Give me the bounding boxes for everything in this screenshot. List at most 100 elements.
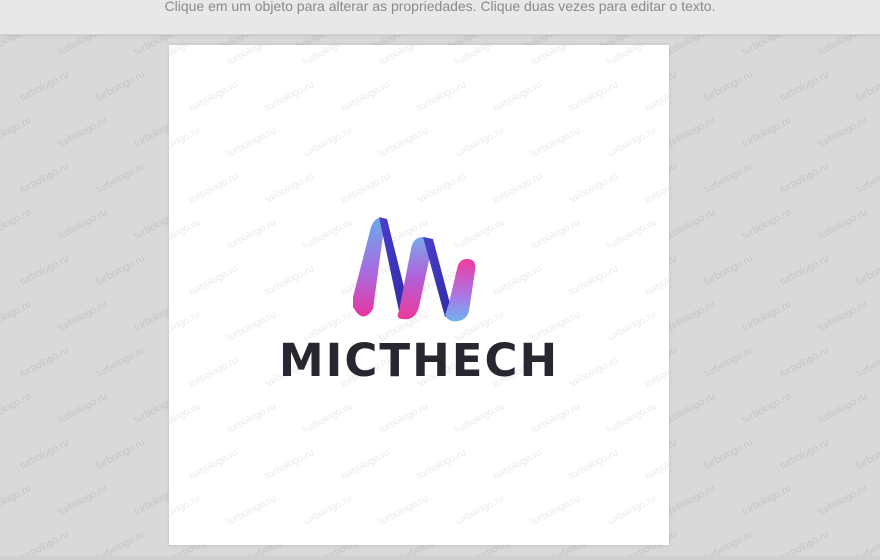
watermark-text: turbologo.ru xyxy=(664,207,717,242)
watermark-text: turbologo.ru xyxy=(605,217,658,252)
watermark-text: turbologo.ru xyxy=(339,171,392,206)
watermark-text: turbologo.ru xyxy=(740,35,793,58)
watermark-text: turbologo.ru xyxy=(187,447,240,482)
watermark-text: turbologo.ru xyxy=(263,79,316,114)
watermark-text: turbologo.ru xyxy=(854,253,880,288)
wave-m-logo-icon[interactable] xyxy=(349,207,479,322)
watermark-text: turbologo.ru xyxy=(702,437,755,472)
watermark-text: turbologo.ru xyxy=(225,125,278,160)
watermark-text: turbologo.ru xyxy=(56,299,109,334)
watermark-text: turbologo.ru xyxy=(301,45,354,68)
watermark-text: turbologo.ru xyxy=(0,207,33,242)
watermark-text: turbologo.ru xyxy=(854,345,880,380)
watermark-text: turbologo.ru xyxy=(529,401,582,436)
watermark-text: turbologo.ru xyxy=(778,69,831,104)
watermark-text: turbologo.ru xyxy=(0,115,33,150)
watermark-text: turbologo.ru xyxy=(301,125,354,160)
watermark-text: turbologo.ru xyxy=(377,493,430,528)
watermark-text: turbologo.ru xyxy=(567,79,620,114)
watermark-text: turbologo.ru xyxy=(605,125,658,160)
watermark-text: turbologo.ru xyxy=(567,171,620,206)
watermark-text: turbologo.ru xyxy=(339,447,392,482)
watermark-text: turbologo.ru xyxy=(415,79,468,114)
watermark-text: turbologo.ru xyxy=(225,401,278,436)
watermark-text: turbologo.ru xyxy=(94,345,147,380)
watermark-text: turbologo.ru xyxy=(778,345,831,380)
watermark-text: turbologo.ru xyxy=(740,483,793,518)
watermark-text: turbologo.ru xyxy=(56,207,109,242)
watermark-text: turbologo.ru xyxy=(816,35,869,58)
watermark-text: turbologo.ru xyxy=(187,263,240,298)
watermark-text: turbologo.ru xyxy=(18,345,71,380)
editor-workspace[interactable]: turbologo.ru turbologo.ru turbologo.ru turb… xyxy=(0,35,880,560)
bottom-scroll-strip xyxy=(0,556,880,560)
watermark-text: turbologo.ru xyxy=(740,115,793,150)
watermark-text: turbologo.ru xyxy=(225,217,278,252)
watermark-text: turbologo.ru xyxy=(854,69,880,104)
watermark-text: turbologo.ru xyxy=(778,161,831,196)
watermark-text: turbologo.ru xyxy=(377,125,430,160)
watermark-text: turbologo.ru xyxy=(816,391,869,426)
watermark-text: turbologo.ru xyxy=(664,35,717,58)
watermark-text: turbologo.ru xyxy=(339,79,392,114)
watermark-text: turbologo.ru xyxy=(453,45,506,68)
watermark-text: turbologo.ru xyxy=(854,161,880,196)
watermark-text: turbologo.ru xyxy=(740,207,793,242)
watermark-text: turbologo.ru xyxy=(778,437,831,472)
watermark-text: turbologo.ru xyxy=(56,35,109,58)
watermark-text: turbologo.ru xyxy=(56,391,109,426)
watermark-text: turbologo.ru xyxy=(816,207,869,242)
watermark-text: turbologo.ru xyxy=(187,79,240,114)
watermark-text: turbologo.ru xyxy=(169,125,202,160)
watermark-text: turbologo.ru xyxy=(377,401,430,436)
watermark-text: turbologo.ru xyxy=(491,79,544,114)
watermark-text: turbologo.ru xyxy=(491,447,544,482)
watermark-text: turbologo.ru xyxy=(529,45,582,68)
watermark-text: turbologo.ru xyxy=(778,253,831,288)
watermark-text: turbologo.ru xyxy=(491,171,544,206)
watermark-text: turbologo.ru xyxy=(225,45,278,68)
logo-canvas[interactable]: turbologo.ru turbologo.ru turbologo.ru turb… xyxy=(169,45,669,545)
watermark-text: turbologo.ru xyxy=(94,253,147,288)
watermark-text: turbologo.ru xyxy=(702,161,755,196)
watermark-text: turbologo.ru xyxy=(18,69,71,104)
watermark-text: turbologo.ru xyxy=(643,263,669,298)
watermark-text: turbologo.ru xyxy=(643,171,669,206)
watermark-text: turbologo.ru xyxy=(605,401,658,436)
watermark-text: turbologo.ru xyxy=(816,115,869,150)
watermark-text: turbologo.ru xyxy=(0,35,33,58)
watermark-text: turbologo.ru xyxy=(56,483,109,518)
watermark-text: turbologo.ru xyxy=(854,437,880,472)
watermark-text: turbologo.ru xyxy=(18,253,71,288)
watermark-text: turbologo.ru xyxy=(453,493,506,528)
watermark-text: turbologo.ru xyxy=(56,115,109,150)
watermark-text: turbologo.ru xyxy=(18,161,71,196)
watermark-text: turbologo.ru xyxy=(605,493,658,528)
watermark-text: turbologo.ru xyxy=(740,299,793,334)
watermark-text: turbologo.ru xyxy=(0,299,33,334)
watermark-text: turbologo.ru xyxy=(529,217,582,252)
watermark-text: turbologo.ru xyxy=(169,401,202,436)
watermark-text: turbologo.ru xyxy=(664,115,717,150)
watermark-text: turbologo.ru xyxy=(664,483,717,518)
watermark-text: turbologo.ru xyxy=(491,263,544,298)
watermark-text: turbologo.ru xyxy=(664,299,717,334)
watermark-text: turbologo.ru xyxy=(169,217,202,252)
watermark-text: turbologo.ru xyxy=(567,447,620,482)
brand-name-text[interactable]: MICTHECH xyxy=(169,334,669,387)
watermark-text: turbologo.ru xyxy=(664,391,717,426)
watermark-text: turbologo.ru xyxy=(453,401,506,436)
watermark-text: turbologo.ru xyxy=(263,171,316,206)
watermark-text: turbologo.ru xyxy=(0,483,33,518)
hint-text: Clique em um objeto para alterar as prop… xyxy=(164,0,716,14)
watermark-text: turbologo.ru xyxy=(567,263,620,298)
hint-bar: Clique em um objeto para alterar as prop… xyxy=(0,0,880,35)
watermark-text: turbologo.ru xyxy=(816,483,869,518)
watermark-text: turbologo.ru xyxy=(18,437,71,472)
watermark-text: turbologo.ru xyxy=(301,217,354,252)
watermark-text: turbologo.ru xyxy=(187,171,240,206)
watermark-text: turbologo.ru xyxy=(415,171,468,206)
watermark-text: turbologo.ru xyxy=(169,493,202,528)
watermark-text: turbologo.ru xyxy=(263,447,316,482)
watermark-text: turbologo.ru xyxy=(0,391,33,426)
